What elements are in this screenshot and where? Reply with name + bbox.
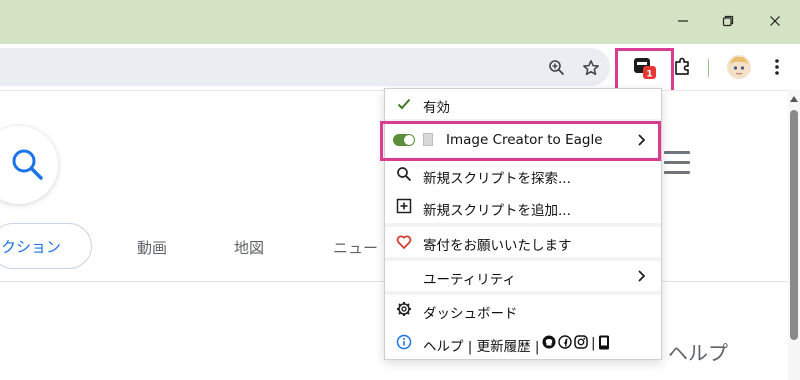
more-menu-icon xyxy=(775,59,779,75)
scrollbar-thumb[interactable] xyxy=(790,110,798,340)
restore-button[interactable] xyxy=(713,8,743,34)
menu-item-label: 寄付をお願いいたします xyxy=(423,238,572,254)
more-menu-button[interactable] xyxy=(762,52,792,82)
window-title-bar xyxy=(0,0,800,44)
separator-text: | xyxy=(591,335,596,351)
address-bar[interactable] xyxy=(0,48,610,86)
github-icon[interactable] xyxy=(542,335,556,349)
search-button[interactable] xyxy=(0,126,58,204)
menu-item-add-script[interactable]: 新規スクリプトを追加... xyxy=(423,199,571,219)
menu-item-help-changelog[interactable]: ヘルプ | 更新履歴 | xyxy=(423,335,539,355)
menu-item-donate[interactable]: 寄付をお願いいたします xyxy=(385,227,661,257)
menu-item-enabled[interactable]: 有効 xyxy=(385,89,661,119)
menu-group-scripts: 新規スクリプトを探索... 新規スクリプトを追加... xyxy=(385,161,661,223)
tab-collection-label: クション xyxy=(1,237,62,256)
search-icon xyxy=(12,149,43,180)
menu-item-label: 有効 xyxy=(423,100,450,116)
close-button[interactable] xyxy=(760,8,790,34)
minimize-icon xyxy=(678,20,688,22)
tab-maps[interactable]: 地図 xyxy=(234,237,264,258)
menu-item-find-scripts[interactable]: 新規スクリプトを探索... xyxy=(423,167,571,187)
info-icon xyxy=(395,333,413,351)
instagram-icon[interactable] xyxy=(574,335,588,349)
zoom-icon[interactable] xyxy=(548,59,566,77)
check-icon xyxy=(395,95,413,113)
toolbar-separator xyxy=(708,59,709,77)
browser-toolbar: 1 xyxy=(0,44,800,97)
scroll-up-arrow-icon[interactable] xyxy=(790,96,798,102)
gear-icon xyxy=(395,300,413,318)
help-link[interactable]: ヘルプ xyxy=(668,337,728,366)
menu-item-dashboard[interactable]: ダッシュボード xyxy=(423,302,518,322)
script-item-highlight-box xyxy=(380,121,661,161)
extensions-icon xyxy=(675,57,689,75)
minimize-button[interactable] xyxy=(668,8,698,34)
restore-icon xyxy=(722,15,734,27)
chevron-right-icon xyxy=(638,270,645,282)
hamburger-menu-icon[interactable] xyxy=(664,151,690,175)
tab-collection[interactable]: クション xyxy=(0,223,92,269)
heart-icon xyxy=(395,233,413,251)
mobile-phone-icon[interactable] xyxy=(598,335,610,350)
menu-item-utilities[interactable]: ユーティリティ xyxy=(385,261,661,291)
add-box-icon xyxy=(395,197,413,215)
profile-button[interactable] xyxy=(724,52,754,82)
tab-news[interactable]: ニュー xyxy=(333,237,378,258)
facebook-icon[interactable] xyxy=(558,335,572,349)
bookmark-star-icon[interactable] xyxy=(582,59,600,77)
search-icon xyxy=(395,165,413,183)
profile-avatar-icon xyxy=(727,55,751,79)
close-icon xyxy=(770,16,780,26)
tab-videos[interactable]: 動画 xyxy=(137,237,167,258)
extensions-button[interactable] xyxy=(667,52,697,82)
menu-item-label: ユーティリティ xyxy=(423,272,516,288)
menu-group-dashboard: ダッシュボード ヘルプ | 更新履歴 | | xyxy=(385,295,661,359)
